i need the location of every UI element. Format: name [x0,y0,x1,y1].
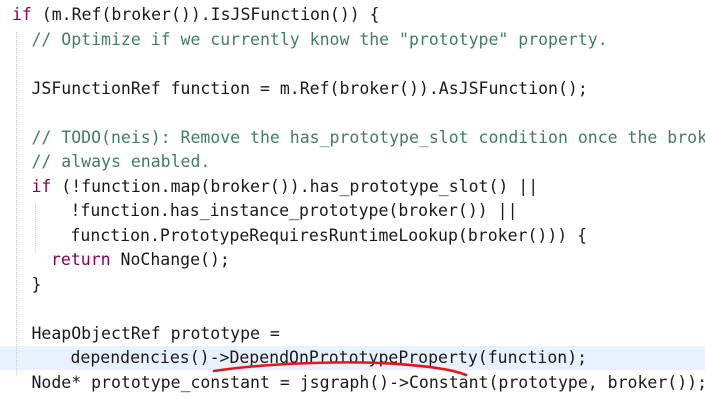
code-token: Node* prototype_constant = jsgraph()->Co… [31,372,705,392]
code-token: !function.has_instance_prototype(broker(… [70,201,518,220]
comment-token: // TODO(neis): Remove the has_prototype_… [31,127,705,147]
code-token: } [31,274,42,294]
code-line-text: Node* prototype_constant = jsgraph()->Co… [32,371,705,395]
code-line-text: !function.has_instance_prototype(broker(… [71,199,518,223]
code-line[interactable]: function.PrototypeRequiresRuntimeLookup(… [0,224,705,248]
code-line[interactable]: if (!function.map(broker()).has_prototyp… [0,175,705,199]
code-line[interactable]: HeapObjectRef prototype = [0,322,705,346]
code-line[interactable]: // always enabled. [0,150,705,174]
code-token: (m.Ref(broker()).IsJSFunction()) { [31,5,380,24]
code-line[interactable]: // Optimize if we currently know the "pr… [0,28,705,52]
code-line-text: dependencies()->DependOnPrototypePropert… [71,346,588,370]
indent-guide [16,31,18,375]
comment-token: // Optimize if we currently know the "pr… [31,29,608,49]
code-line-current[interactable]: dependencies()->DependOnPrototypePropert… [0,346,705,370]
code-line[interactable] [0,101,705,125]
code-line-text: // Optimize if we currently know the "pr… [32,28,608,52]
code-line-text: } [32,273,42,297]
code-line[interactable]: !function.has_instance_prototype(broker(… [0,199,705,223]
code-line-text: return NoChange(); [51,248,230,272]
comment-token: // always enabled. [31,152,211,171]
code-token: NoChange(); [110,250,230,269]
code-line-text: // TODO(neis): Remove the has_prototype_… [32,126,705,150]
code-token: JSFunctionRef function = m.Ref(broker())… [31,78,588,98]
code-line-text: HeapObjectRef prototype = [32,322,280,346]
code-editor[interactable]: if (m.Ref(broker()).IsJSFunction()) {// … [0,0,705,409]
code-line[interactable]: Node* prototype_constant = jsgraph()->Co… [0,371,705,395]
code-line[interactable]: JSFunctionRef function = m.Ref(broker())… [0,77,705,101]
code-line-text: if (!function.map(broker()).has_prototyp… [32,175,539,199]
keyword-token: if [12,5,32,24]
keyword-token: if [31,176,52,196]
indent-guide [35,203,37,252]
code-line[interactable]: } [0,273,705,297]
code-token: dependencies()->DependOnPrototypePropert… [70,348,588,367]
code-line-text: JSFunctionRef function = m.Ref(broker())… [32,77,588,101]
code-token: HeapObjectRef prototype = [31,323,280,343]
code-token: (!function.map(broker()).has_prototype_s… [51,176,539,196]
code-line[interactable]: return NoChange(); [0,248,705,272]
code-line[interactable] [0,297,705,321]
code-line-text: function.PrototypeRequiresRuntimeLookup(… [71,224,588,248]
keyword-token: return [51,250,111,269]
code-line-text: // always enabled. [32,150,211,174]
code-line[interactable] [0,52,705,76]
code-line[interactable]: if (m.Ref(broker()).IsJSFunction()) { [0,3,705,27]
code-line-text: if (m.Ref(broker()).IsJSFunction()) { [12,3,380,27]
code-line[interactable]: // TODO(neis): Remove the has_prototype_… [0,126,705,150]
code-token: function.PrototypeRequiresRuntimeLookup(… [70,225,588,245]
